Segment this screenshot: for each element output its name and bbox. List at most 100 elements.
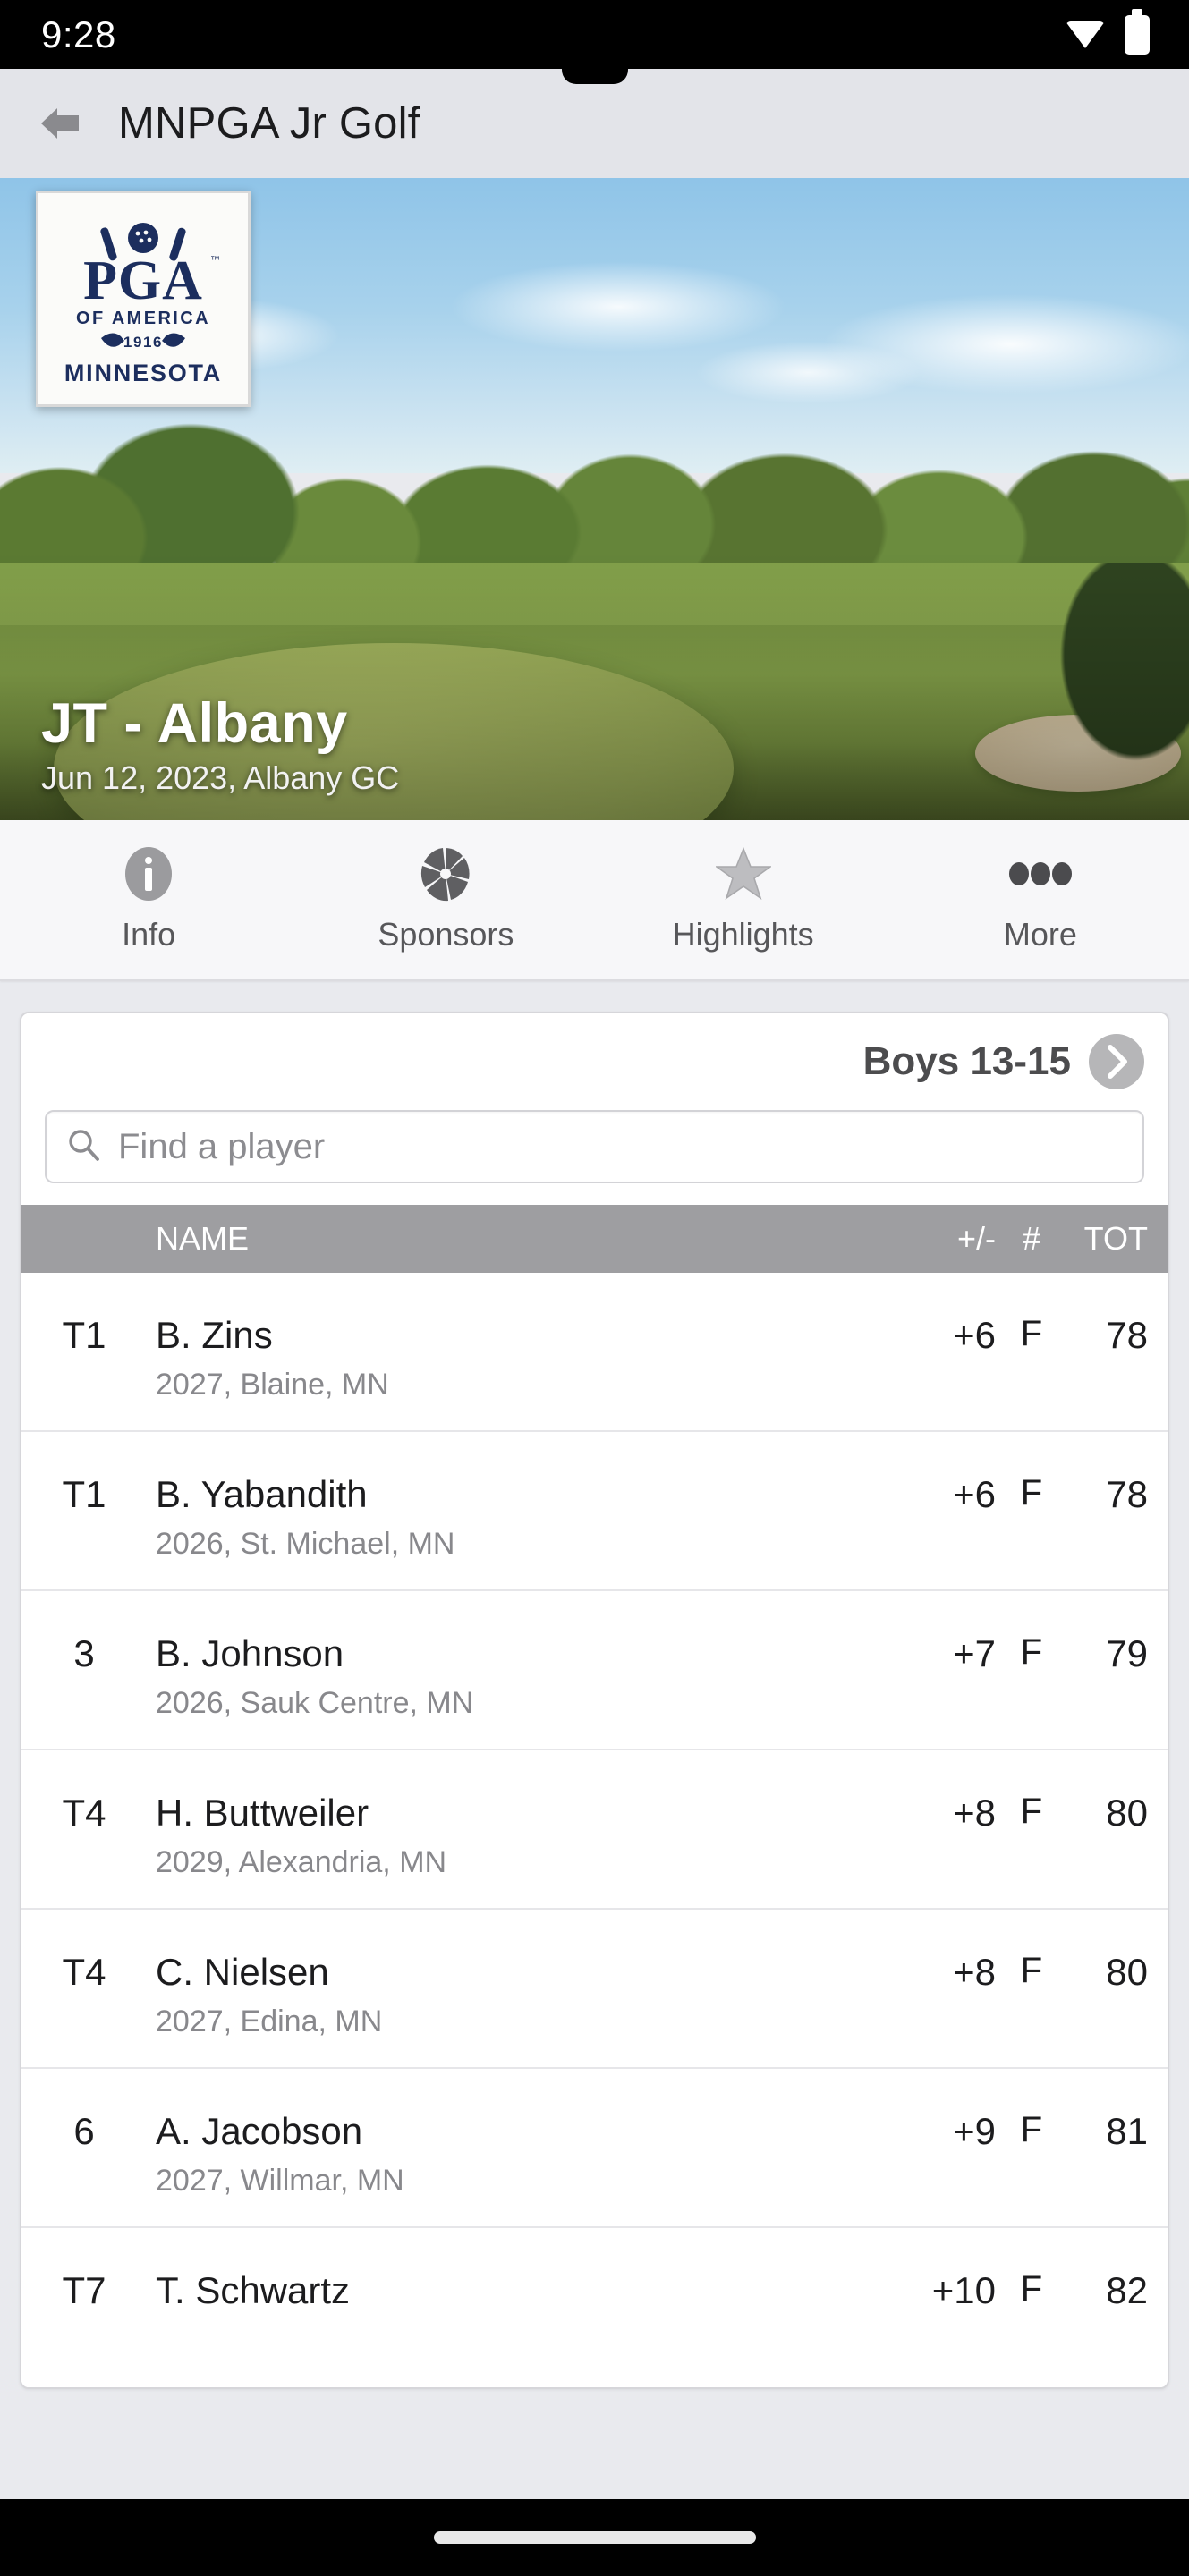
player-hole: F (1020, 1632, 1043, 1672)
page-title: MNPGA Jr Golf (118, 99, 420, 148)
tab-highlights[interactable]: Highlights (595, 846, 892, 953)
player-plus-minus: +8 (953, 1951, 996, 1993)
search-icon (66, 1128, 100, 1166)
player-rank: T7 (62, 2269, 106, 2311)
player-name: B. Zins (156, 1314, 273, 1356)
search-container (21, 1110, 1168, 1205)
tab-more-label: More (1003, 916, 1077, 953)
player-total: 80 (1106, 1951, 1148, 1993)
player-hole: F (1020, 1792, 1043, 1831)
player-name-cell: H. Buttweiler 2029, Alexandria, MN (147, 1750, 888, 1880)
svg-text:™: ™ (210, 255, 220, 266)
player-hole: F (1020, 1951, 1043, 1990)
player-name-cell: C. Nielsen 2027, Edina, MN (147, 1910, 888, 2039)
table-row[interactable]: T4 H. Buttweiler 2029, Alexandria, MN +8 F 80 (21, 1750, 1168, 1910)
ellipsis-icon (1007, 846, 1074, 902)
player-plus-minus: +7 (953, 1632, 996, 1674)
player-total: 80 (1106, 1792, 1148, 1834)
player-name: H. Buttweiler (156, 1792, 369, 1834)
player-name: A. Jacobson (156, 2110, 363, 2152)
player-meta: 2026, Sauk Centre, MN (156, 1686, 474, 1720)
division-selector[interactable]: Boys 13-15 (21, 1013, 1168, 1110)
player-meta: 2027, Willmar, MN (156, 2164, 404, 2198)
star-icon (715, 846, 771, 902)
player-meta: 2029, Alexandria, MN (156, 1845, 447, 1879)
back-arrow-icon[interactable] (34, 97, 86, 149)
tab-sponsors-label: Sponsors (378, 916, 514, 953)
player-plus-minus: +9 (953, 2110, 996, 2152)
app-bar: MNPGA Jr Golf (0, 69, 1189, 178)
table-row[interactable]: T1 B. Zins 2027, Blaine, MN +6 F 78 (21, 1273, 1168, 1432)
table-row[interactable]: 3 B. Johnson 2026, Sauk Centre, MN +7 F 79 (21, 1591, 1168, 1750)
player-name: B. Yabandith (156, 1473, 368, 1515)
leaderboard-card: Boys 13-15 NAME +/- # (20, 1012, 1169, 2389)
status-bar-clock: 9:28 (41, 13, 116, 55)
player-rank: T4 (62, 1951, 106, 1993)
svg-text:MINNESOTA: MINNESOTA (64, 360, 222, 386)
header-total: TOT (1083, 1220, 1148, 1257)
player-meta: 2027, Blaine, MN (156, 1368, 389, 1402)
player-name: C. Nielsen (156, 1951, 329, 1993)
player-plus-minus: +6 (953, 1314, 996, 1356)
player-total: 82 (1106, 2269, 1148, 2311)
player-total: 79 (1106, 1632, 1148, 1674)
hero-text-block: JT - Albany Jun 12, 2023, Albany GC (41, 691, 399, 797)
header-plus-minus: +/- (956, 1220, 996, 1257)
player-total: 78 (1106, 1314, 1148, 1356)
home-indicator[interactable] (433, 2531, 756, 2544)
player-hole: F (1020, 2269, 1043, 2309)
player-meta: 2027, Edina, MN (156, 2004, 383, 2038)
player-name-cell: B. Yabandith 2026, St. Michael, MN (147, 1432, 888, 1562)
player-rank: 3 (73, 1632, 95, 1674)
section-tabs: Info Sponsors Highlights More (0, 820, 1189, 981)
table-row[interactable]: T7 T. Schwartz +10 F 82 (21, 2228, 1168, 2387)
tab-info-label: Info (122, 916, 176, 953)
info-icon (123, 846, 174, 902)
svg-text:OF AMERICA: OF AMERICA (76, 309, 210, 328)
player-name-cell: B. Johnson 2026, Sauk Centre, MN (147, 1591, 888, 1721)
player-name: T. Schwartz (156, 2269, 351, 2311)
player-hole: F (1020, 1473, 1043, 1513)
aperture-icon (420, 846, 471, 902)
player-name: B. Johnson (156, 1632, 344, 1674)
division-name: Boys 13-15 (862, 1039, 1071, 1083)
player-plus-minus: +8 (953, 1792, 996, 1834)
tab-info[interactable]: Info (0, 846, 297, 953)
player-plus-minus: +10 (931, 2269, 996, 2311)
player-name-cell: A. Jacobson 2027, Willmar, MN (147, 2069, 888, 2199)
camera-notch (561, 61, 628, 84)
phone-screen: 9:28 MNPGA Jr Golf PGA OF AMERICA 1916 M… (0, 0, 1189, 2576)
player-rank: T4 (62, 1792, 106, 1834)
player-name-cell: T. Schwartz (147, 2228, 888, 2323)
table-row[interactable]: T1 B. Yabandith 2026, St. Michael, MN +6 F 78 (21, 1432, 1168, 1591)
header-name: NAME (156, 1220, 250, 1257)
table-row[interactable]: 6 A. Jacobson 2027, Willmar, MN +9 F 81 (21, 2069, 1168, 2228)
leaderboard-header-row: NAME +/- # TOT (21, 1205, 1168, 1273)
chevron-right-icon[interactable] (1089, 1034, 1144, 1089)
player-hole: F (1020, 1314, 1043, 1353)
player-name-cell: B. Zins 2027, Blaine, MN (147, 1273, 888, 1402)
player-rank: T1 (62, 1314, 106, 1356)
player-meta: 2026, St. Michael, MN (156, 1527, 455, 1561)
player-total: 81 (1106, 2110, 1148, 2152)
player-rank: T1 (62, 1473, 106, 1515)
tab-more[interactable]: More (892, 846, 1189, 953)
tab-highlights-label: Highlights (672, 916, 814, 953)
leaderboard-rows: T1 B. Zins 2027, Blaine, MN +6 F 78 T1 B. Yaban… (21, 1273, 1168, 2387)
status-bar: 9:28 (0, 0, 1189, 69)
pga-minnesota-logo: PGA OF AMERICA 1916 MINNESOTA ™ (36, 191, 251, 407)
header-hole: # (1022, 1220, 1041, 1257)
svg-text:PGA: PGA (83, 250, 203, 311)
player-hole: F (1020, 2110, 1043, 2149)
search-input[interactable] (118, 1126, 1123, 1167)
player-search-box[interactable] (45, 1110, 1144, 1183)
player-rank: 6 (73, 2110, 95, 2152)
tab-sponsors[interactable]: Sponsors (297, 846, 594, 953)
status-bar-icons (1066, 8, 1150, 55)
player-plus-minus: +6 (953, 1473, 996, 1515)
battery-icon (1125, 8, 1150, 55)
wifi-icon (1066, 20, 1105, 50)
table-row[interactable]: T4 C. Nielsen 2027, Edina, MN +8 F 80 (21, 1910, 1168, 2069)
svg-text:1916: 1916 (123, 334, 163, 351)
tournament-hero: PGA OF AMERICA 1916 MINNESOTA ™ JT - Alb… (0, 178, 1189, 820)
